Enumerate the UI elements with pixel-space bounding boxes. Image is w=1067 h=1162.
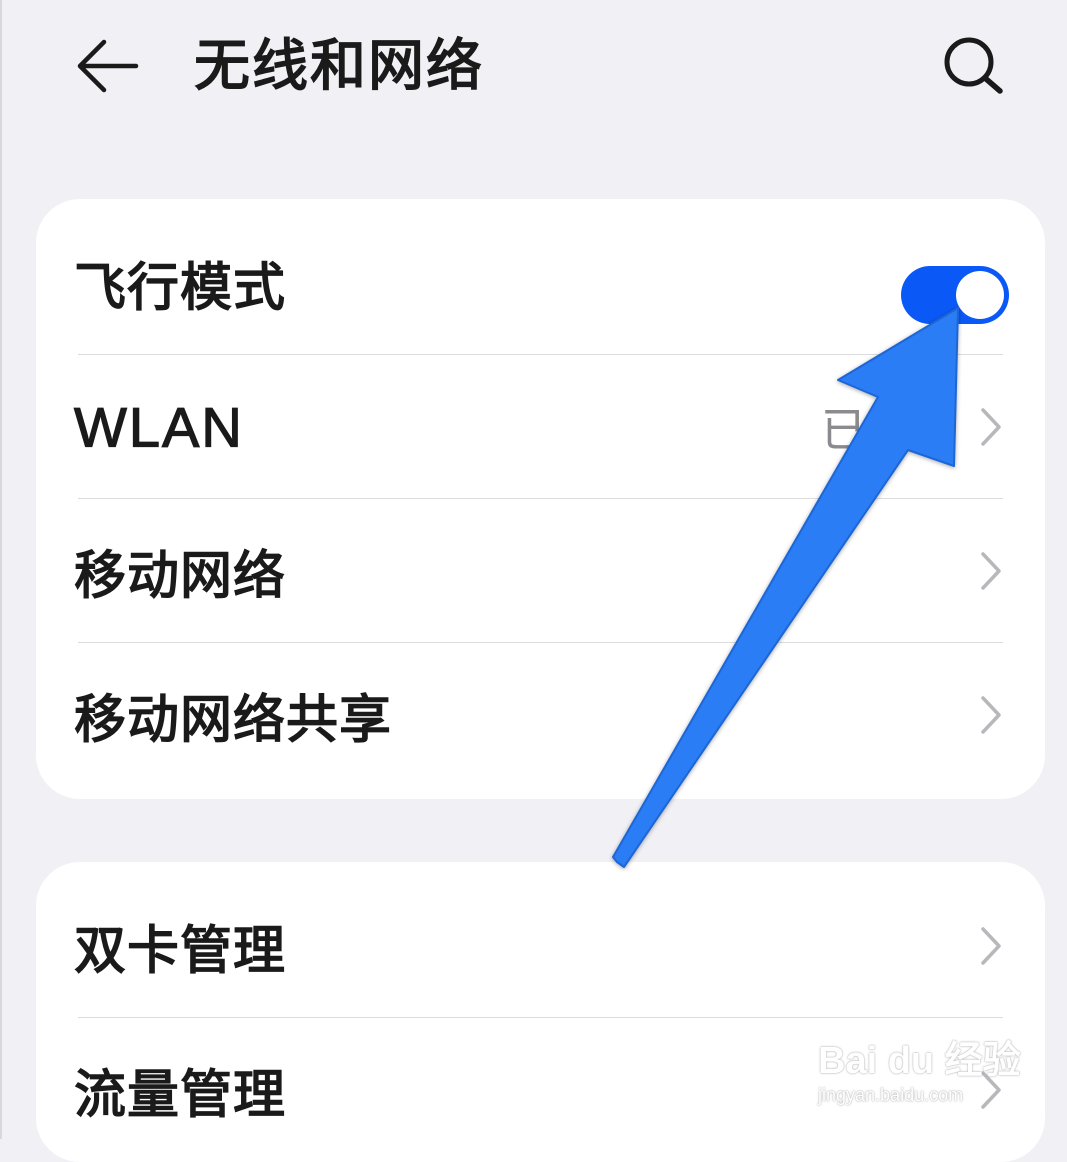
- settings-row-wlan[interactable]: WLAN 已关闭: [36, 355, 1045, 499]
- row-label: 移动网络共享: [74, 690, 393, 751]
- chevron-right-icon: [981, 408, 1001, 446]
- sim-data-settings-card: 双卡管理 流量管理: [36, 862, 1045, 1162]
- app-bar: 无线和网络: [0, 0, 1067, 140]
- watermark-url: jingyan.baidu.com: [818, 1085, 964, 1105]
- wlan-status-value: 已关闭: [821, 403, 959, 457]
- window-edge: [0, 0, 2, 1139]
- watermark-brand: Bai du 经验: [818, 1040, 1021, 1082]
- settings-row-airplane-mode[interactable]: 飞行模式: [36, 211, 1045, 355]
- row-label: 流量管理: [74, 1065, 287, 1126]
- row-label: 双卡管理: [74, 921, 287, 982]
- toggle-knob: [956, 271, 1004, 319]
- settings-row-dual-sim[interactable]: 双卡管理: [36, 874, 1045, 1018]
- search-button[interactable]: [930, 30, 1014, 102]
- settings-row-tethering[interactable]: 移动网络共享: [36, 643, 1045, 787]
- back-arrow-icon: [77, 39, 139, 93]
- page-title: 无线和网络: [194, 34, 484, 99]
- settings-row-mobile-network[interactable]: 移动网络: [36, 499, 1045, 643]
- network-settings-card: 飞行模式 WLAN 已关闭 移动网络 移动网络共享: [36, 199, 1045, 799]
- chevron-right-icon: [981, 696, 1001, 734]
- row-label: 飞行模式: [74, 258, 287, 319]
- baidu-jingyan-watermark: Bai du 经验 jingyan.baidu.com: [818, 1040, 1021, 1106]
- search-icon: [944, 37, 1003, 94]
- back-button[interactable]: [66, 30, 150, 102]
- airplane-mode-toggle[interactable]: [901, 266, 1009, 324]
- row-label: 移动网络: [74, 546, 287, 607]
- chevron-right-icon: [981, 552, 1001, 590]
- chevron-right-icon: [981, 927, 1001, 965]
- row-label: WLAN: [73, 395, 244, 459]
